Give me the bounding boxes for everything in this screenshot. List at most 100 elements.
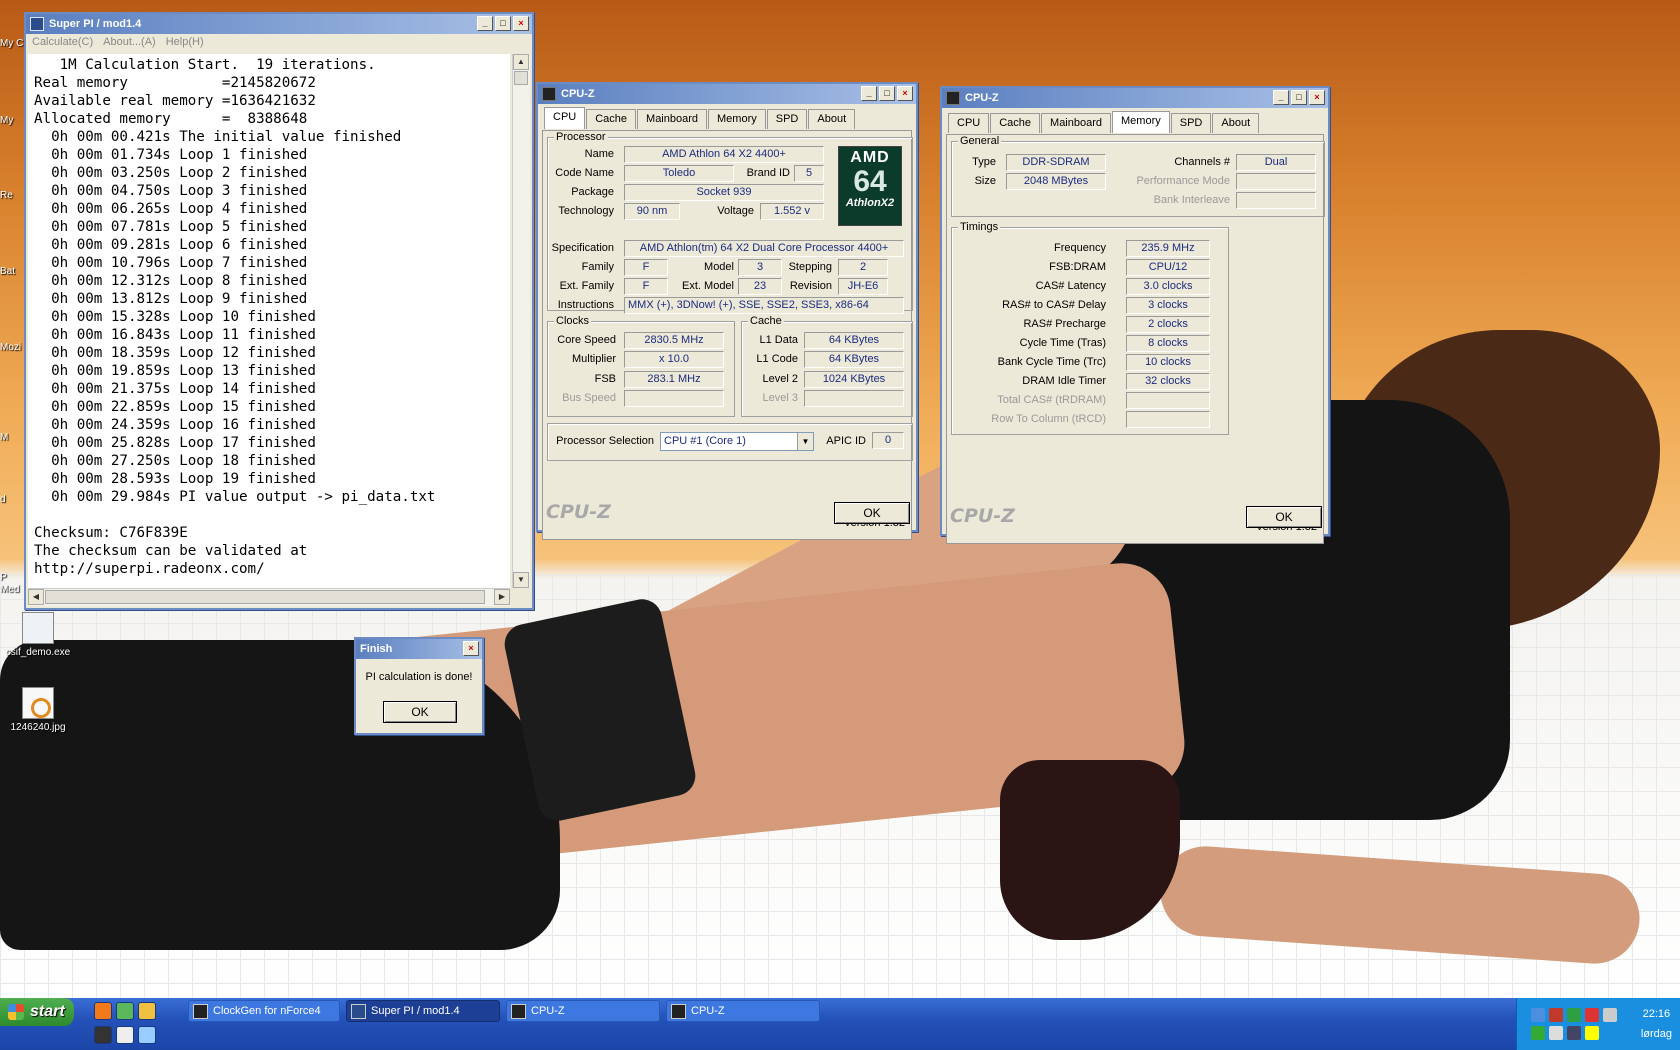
desktop-edge-label[interactable]: My	[0, 115, 26, 126]
tab-mainboard[interactable]: Mainboard	[637, 109, 708, 129]
tab-about[interactable]: About	[808, 109, 856, 129]
close-button[interactable]: ×	[1309, 90, 1325, 105]
ras-to-cas-value: 3 clocks	[1126, 297, 1210, 314]
minimize-button[interactable]: _	[1273, 90, 1289, 105]
tab-about[interactable]: About	[1212, 113, 1260, 133]
minimize-button[interactable]: _	[477, 16, 493, 31]
desktop-edge-label[interactable]: Bat	[0, 266, 26, 277]
close-button[interactable]: ×	[513, 16, 529, 31]
timings-group: Timings Frequency 235.9 MHz FSB:DRAM CPU…	[951, 221, 1229, 435]
tray-icon[interactable]	[1531, 1026, 1545, 1040]
desktop-edge-label[interactable]: Med	[0, 584, 26, 595]
ok-button[interactable]: OK	[383, 701, 457, 723]
output-line: 0h 00m 19.859s Loop 13 finished	[34, 363, 316, 379]
level3-label: Level 3	[762, 392, 798, 404]
desktop-edge-label[interactable]: Mozi	[0, 342, 26, 353]
taskbar-item-cpuz[interactable]: CPU-Z	[506, 1000, 660, 1022]
tras-label: Cycle Time (Tras)	[1019, 337, 1106, 349]
start-button[interactable]: start	[0, 998, 74, 1026]
menu-calculate[interactable]: Calculate(C)	[32, 36, 93, 50]
scroll-down-arrow-icon[interactable]: ▼	[513, 572, 529, 588]
scroll-up-arrow-icon[interactable]: ▲	[513, 54, 529, 70]
cpuz-memory-panel: General Type DDR-SDRAM Size 2048 MBytes …	[946, 134, 1325, 544]
horizontal-scrollbar[interactable]: ◀ ▶	[28, 588, 510, 606]
clock-day: lørdag	[1640, 1028, 1672, 1040]
cpuz-titlebar[interactable]: CPU-Z _ □ ×	[942, 88, 1328, 108]
tray-icon[interactable]	[1567, 1026, 1581, 1040]
close-button[interactable]: ×	[897, 86, 913, 101]
taskbar-item-cpuz[interactable]: CPU-Z	[666, 1000, 820, 1022]
menu-help[interactable]: Help(H)	[166, 36, 204, 50]
taskbar-item-clockgen[interactable]: ClockGen for nForce4	[188, 1000, 340, 1022]
quicklaunch-icon[interactable]	[138, 1026, 156, 1044]
level3-value	[804, 390, 904, 407]
tab-cpu[interactable]: CPU	[544, 107, 586, 129]
output-line: 0h 00m 00.421s The initial value finishe…	[34, 129, 402, 145]
memory-type-value: DDR-SDRAM	[1006, 154, 1106, 171]
tray-icon[interactable]	[1567, 1008, 1581, 1022]
processor-selection-dropdown[interactable]: CPU #1 (Core 1) ▼	[660, 432, 814, 451]
start-label: start	[30, 1003, 65, 1020]
tab-cache[interactable]: Cache	[990, 113, 1041, 133]
desktop-edge-label[interactable]: Re	[0, 190, 26, 201]
tray-icon[interactable]	[1549, 1026, 1563, 1040]
group-label: Processor	[554, 131, 608, 143]
tab-cache[interactable]: Cache	[586, 109, 637, 129]
tab-cpu[interactable]: CPU	[948, 113, 990, 133]
l1data-label: L1 Data	[759, 334, 798, 346]
tab-spd[interactable]: SPD	[766, 109, 808, 129]
tab-mainboard[interactable]: Mainboard	[1041, 113, 1112, 133]
vertical-scrollbar[interactable]: ▲ ▼	[512, 54, 530, 588]
paint-icon[interactable]	[138, 1002, 156, 1020]
desktop-icon-jpg[interactable]: 1246240.jpg	[0, 687, 78, 733]
ok-button[interactable]: OK	[1246, 506, 1322, 528]
tray-icon[interactable]	[1585, 1026, 1599, 1040]
specification-label: Specification	[551, 242, 614, 254]
scroll-thumb[interactable]	[514, 71, 528, 85]
taskbar-item-superpi[interactable]: Super PI / mod1.4	[346, 1000, 500, 1022]
firefox-icon[interactable]	[94, 1002, 112, 1020]
instructions-label: Instructions	[557, 299, 614, 311]
output-line: 0h 00m 28.593s Loop 19 finished	[34, 471, 316, 487]
chevron-down-icon[interactable]: ▼	[797, 433, 813, 450]
tray-icon[interactable]	[1585, 1008, 1599, 1022]
desktop-icon-csif-demo[interactable]: csif_demo.exe	[0, 612, 78, 658]
clock[interactable]: 22:16 lørdag	[1641, 1008, 1672, 1040]
tab-memory[interactable]: Memory	[708, 109, 766, 129]
superpi-titlebar[interactable]: Super PI / mod1.4 _ □ ×	[26, 14, 532, 34]
menu-about[interactable]: About...(A)	[103, 36, 156, 50]
tray-icon[interactable]	[1549, 1008, 1563, 1022]
ok-button[interactable]: OK	[834, 502, 910, 524]
desktop-edge-label[interactable]: d	[0, 494, 26, 505]
maximize-button[interactable]: □	[1291, 90, 1307, 105]
desktop-edge-label[interactable]: P	[0, 572, 26, 583]
desktop-edge-label[interactable]: My C	[0, 38, 26, 49]
tab-spd[interactable]: SPD	[1170, 113, 1212, 133]
finish-titlebar[interactable]: Finish ×	[356, 639, 482, 659]
fsbdram-value: CPU/12	[1126, 259, 1210, 276]
scroll-left-arrow-icon[interactable]: ◀	[28, 589, 44, 605]
total-cas-value	[1126, 392, 1210, 409]
maximize-button[interactable]: □	[879, 86, 895, 101]
minimize-button[interactable]: _	[861, 86, 877, 101]
tray-icon[interactable]	[1531, 1008, 1545, 1022]
close-button[interactable]: ×	[463, 641, 479, 656]
taskbar: start ClockGen for nForce4 Super PI / mo…	[0, 998, 1680, 1050]
tab-memory[interactable]: Memory	[1112, 111, 1170, 133]
maximize-button[interactable]: □	[495, 16, 511, 31]
utorrent-icon[interactable]	[116, 1002, 134, 1020]
exe-file-icon	[22, 612, 54, 644]
quicklaunch-icon[interactable]	[94, 1026, 112, 1044]
scroll-thumb[interactable]	[45, 590, 485, 604]
desktop-edge-label[interactable]: M	[0, 432, 26, 443]
cpuz-titlebar[interactable]: CPU-Z _ □ ×	[538, 84, 916, 104]
extfamily-label: Ext. Family	[559, 280, 614, 292]
tray-icon[interactable]	[1603, 1008, 1617, 1022]
brandid-label: Brand ID	[746, 167, 790, 179]
package-value: Socket 939	[624, 184, 824, 201]
superpi-output[interactable]: 1M Calculation Start. 19 iterations. Real…	[28, 54, 510, 588]
scroll-right-arrow-icon[interactable]: ▶	[494, 589, 510, 605]
quicklaunch-icon[interactable]	[116, 1026, 134, 1044]
group-label: Cache	[748, 315, 784, 327]
output-line: 0h 00m 07.781s Loop 5 finished	[34, 219, 308, 235]
